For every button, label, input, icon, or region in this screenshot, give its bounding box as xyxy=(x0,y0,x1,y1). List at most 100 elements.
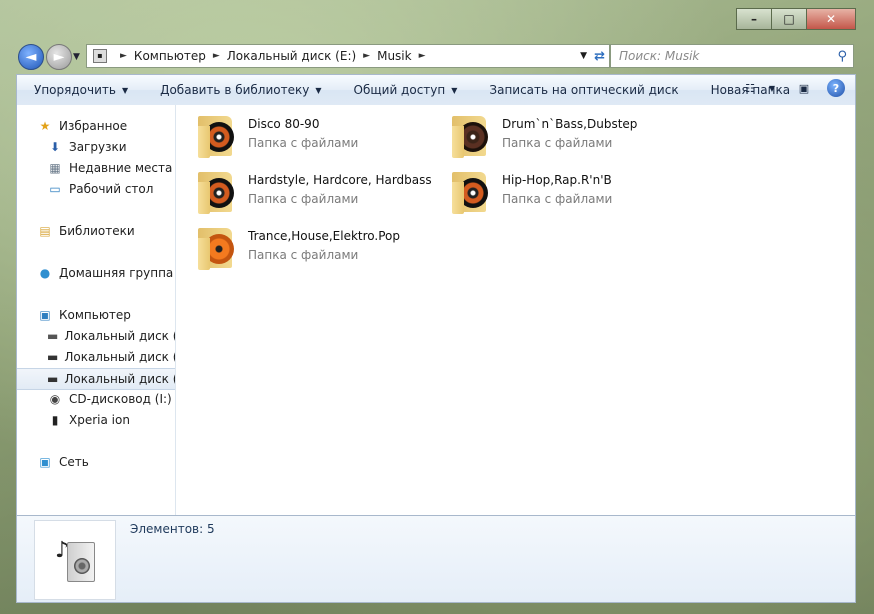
chevron-right-icon[interactable]: ► xyxy=(419,51,426,61)
folder-type: Папка с файлами xyxy=(502,192,613,206)
cd-drive-icon: ◉ xyxy=(49,392,61,406)
chevron-down-icon: ▼ xyxy=(451,85,458,95)
folder-name: Disco 80-90 xyxy=(248,117,320,131)
arrow-right-icon: ► xyxy=(53,49,65,65)
maximize-button[interactable]: □ xyxy=(771,8,807,30)
share-button[interactable]: Общий доступ ▼ xyxy=(338,75,474,105)
explorer-body: ★ Избранное ⬇ Загрузки ▦ Недавние места … xyxy=(16,105,856,515)
breadcrumb-computer[interactable]: Компьютер xyxy=(134,49,206,63)
sidebar-item-label: Компьютер xyxy=(59,308,131,322)
folder-name: Drum`n`Bass,Dubstep xyxy=(502,117,638,131)
music-folder-icon xyxy=(452,114,488,158)
folder-item[interactable]: Disco 80-90 Папка с файлами xyxy=(198,114,448,168)
minimize-button[interactable]: – xyxy=(736,8,772,30)
view-dropdown-icon[interactable]: ▼ xyxy=(763,79,781,97)
system-drive-icon: ▬ xyxy=(47,329,59,343)
music-folder-icon xyxy=(198,114,234,158)
folder-item[interactable]: Trance,House,Elektro.Pop Папка с файлами xyxy=(198,226,448,280)
forward-button[interactable]: ► xyxy=(46,44,72,70)
chevron-down-icon: ▼ xyxy=(121,85,129,95)
phone-icon: ▮ xyxy=(51,413,59,427)
sidebar-item-label: Избранное xyxy=(59,119,128,133)
sidebar-item-label: Рабочий стол xyxy=(69,182,154,196)
computer-icon: ▣ xyxy=(39,308,51,322)
preview-pane-icon[interactable]: ▣ xyxy=(795,79,813,97)
computer-icon: ▪ xyxy=(93,49,107,63)
music-folder-icon xyxy=(198,170,234,214)
add-library-label: Добавить в библиотеку xyxy=(160,83,310,97)
sidebar-item-label: Недавние места xyxy=(69,161,173,175)
navigation-pane: ★ Избранное ⬇ Загрузки ▦ Недавние места … xyxy=(17,105,176,515)
view-options-icon[interactable]: ☷ xyxy=(741,79,759,97)
back-button[interactable]: ◄ xyxy=(18,44,44,70)
sidebar-item-downloads[interactable]: ⬇ Загрузки xyxy=(17,137,175,157)
sidebar-item-label: Локальный диск (C xyxy=(64,329,176,343)
help-icon[interactable]: ? xyxy=(827,79,845,97)
recent-pages-dropdown[interactable]: ▼ xyxy=(73,52,80,62)
address-dropdown-icon[interactable]: ▼ xyxy=(580,51,587,61)
item-count: Элементов: 5 xyxy=(130,522,215,536)
sidebar-item-homegroup[interactable]: ● Домашняя группа xyxy=(17,263,175,283)
chevron-right-icon[interactable]: ► xyxy=(120,51,127,61)
folder-item[interactable]: Hip-Hop,Rap.R'n'B Папка с файлами xyxy=(452,170,702,224)
sidebar-item-libraries[interactable]: ▤ Библиотеки xyxy=(17,221,175,241)
toolbar-icons: ☷ ▼ ▣ ? xyxy=(727,79,845,97)
sidebar-item-desktop[interactable]: ▭ Рабочий стол xyxy=(17,179,175,199)
burn-button[interactable]: Записать на оптический диск xyxy=(473,75,694,105)
desktop-icon: ▭ xyxy=(49,182,61,196)
music-folder-icon xyxy=(452,170,488,214)
sidebar-item-label: CD-дисковод (I:) xyxy=(69,392,172,406)
command-bar: Упорядочить ▼ Добавить в библиотеку ▼ Общи… xyxy=(16,74,856,106)
folder-name: Hip-Hop,Rap.R'n'B xyxy=(502,173,612,187)
sidebar-item-recent[interactable]: ▦ Недавние места xyxy=(17,158,175,178)
sidebar-item-xperia[interactable]: ▮ Xperia ion xyxy=(17,410,175,430)
close-button[interactable]: ✕ xyxy=(806,8,856,30)
refresh-icon[interactable]: ⇄ xyxy=(594,49,605,64)
organize-button[interactable]: Упорядочить ▼ xyxy=(17,75,144,105)
folder-name: Hardstyle, Hardcore, Hardbass xyxy=(248,173,432,187)
sidebar-item-network[interactable]: ▣ Сеть xyxy=(17,452,175,472)
sidebar-item-disk-c[interactable]: ▬ Локальный диск (C xyxy=(17,326,175,346)
sidebar-item-label: Библиотеки xyxy=(59,224,135,238)
folder-type: Папка с файлами xyxy=(248,192,359,206)
add-to-library-button[interactable]: Добавить в библиотеку ▼ xyxy=(144,75,337,105)
libraries-icon: ▤ xyxy=(39,224,51,238)
drive-icon: ▬ xyxy=(47,372,59,386)
search-input[interactable]: Поиск: Musik ⚲ xyxy=(610,44,854,68)
share-label: Общий доступ xyxy=(353,83,446,97)
chevron-down-icon: ▼ xyxy=(315,85,322,95)
sidebar-item-favorites[interactable]: ★ Избранное xyxy=(17,116,175,136)
arrow-left-icon: ◄ xyxy=(25,49,37,65)
chevron-right-icon[interactable]: ► xyxy=(363,51,370,61)
sidebar-item-label: Сеть xyxy=(59,455,89,469)
address-bar[interactable]: ▪ ► Компьютер ► Локальный диск (E:) ► Mu… xyxy=(86,44,610,68)
folder-thumbnail: ♪ xyxy=(34,520,116,600)
file-list: Disco 80-90 Папка с файлами Drum`n`Bass,… xyxy=(176,105,855,515)
sidebar-item-cd[interactable]: ◉ CD-дисковод (I:) xyxy=(17,389,175,409)
sidebar-item-disk-d[interactable]: ▬ Локальный диск (D xyxy=(17,347,175,367)
sidebar-item-label: Xperia ion xyxy=(69,413,130,427)
sidebar-item-label: Локальный диск (E: xyxy=(64,372,175,386)
network-icon: ▣ xyxy=(39,455,51,469)
burn-label: Записать на оптический диск xyxy=(489,83,679,97)
drive-icon: ▬ xyxy=(47,350,59,364)
sidebar-item-label: Локальный диск (D xyxy=(64,350,176,364)
chevron-right-icon[interactable]: ► xyxy=(213,51,220,61)
window-controls: – □ ✕ xyxy=(736,8,856,30)
folder-item[interactable]: Hardstyle, Hardcore, Hardbass Папка с фа… xyxy=(198,170,448,224)
folder-name: Trance,House,Elektro.Pop xyxy=(248,229,401,243)
search-placeholder: Поиск: Musik xyxy=(619,49,700,63)
sidebar-item-label: Домашняя группа xyxy=(59,266,174,280)
organize-label: Упорядочить xyxy=(34,83,116,97)
sidebar-item-disk-e[interactable]: ▬ Локальный диск (E: xyxy=(17,368,175,390)
search-icon[interactable]: ⚲ xyxy=(837,49,847,64)
folder-item[interactable]: Drum`n`Bass,Dubstep Папка с файлами xyxy=(452,114,702,168)
navigation-bar: ◄ ► ▼ ▪ ► Компьютер ► Локальный диск (E:… xyxy=(16,42,856,72)
breadcrumb-disk-e[interactable]: Локальный диск (E:) xyxy=(227,49,356,63)
breadcrumb-musik[interactable]: Musik xyxy=(377,49,412,63)
sidebar-item-computer[interactable]: ▣ Компьютер xyxy=(17,305,175,325)
details-pane: ♪ Элементов: 5 xyxy=(16,515,856,603)
star-icon: ★ xyxy=(39,119,51,133)
recent-places-icon: ▦ xyxy=(49,161,61,175)
downloads-icon: ⬇ xyxy=(49,140,61,154)
